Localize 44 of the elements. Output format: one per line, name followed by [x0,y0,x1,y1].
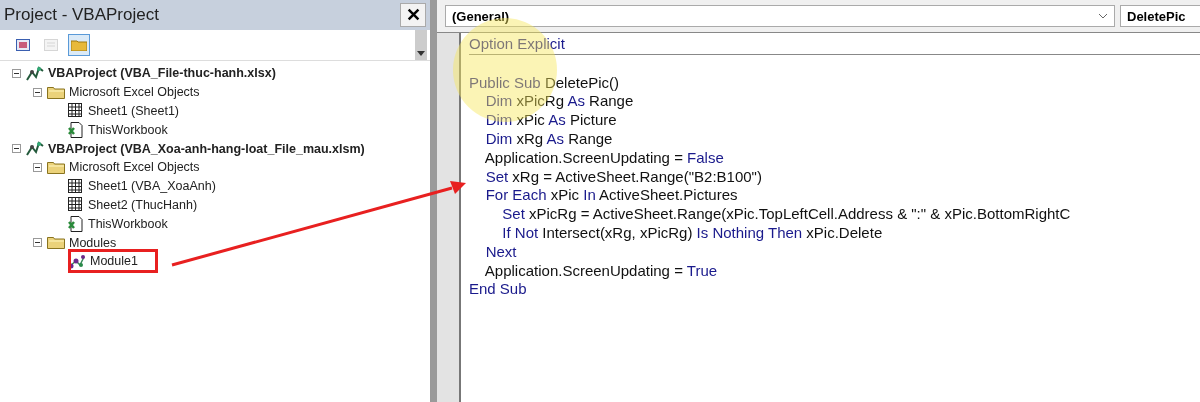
project-icon [26,141,44,157]
sheet-icon [68,197,84,213]
code-line: For Each xPic In ActiveSheet.Pictures [484,186,739,206]
chevron-icon [1098,13,1108,19]
code-line: Dim xRg As Range [484,130,614,149]
tree-item[interactable]: Sheet1 (Sheet1) [68,103,180,119]
tree-item[interactable]: Modules [47,235,117,250]
collapse-icon[interactable] [33,238,42,248]
code-line: Set xRg = ActiveSheet.Range("B2:B100") [484,167,763,187]
tree-item[interactable]: ThisWorkbook [68,215,168,232]
project-icon [26,65,44,81]
code-line: Set xPicRg = ActiveSheet.Range(xPic.TopLeftCell.Address & ":" & xPic.BottomRightC [501,205,1072,224]
workbook-icon [68,121,84,138]
code-line: Public Sub DeletePic() [469,73,621,93]
code-line: Application.ScreenUpdating = True [483,261,719,281]
tree-item[interactable]: VBAProject (VBA_File-thuc-hanh.xlsx) [26,65,276,81]
tree-item[interactable]: VBAProject (VBA_Xoa-anh-hang-loat_File_mau.xlsm) [26,141,365,157]
code-editor[interactable] [461,33,1200,402]
tree-item[interactable]: ThisWorkbook [68,121,168,138]
sheet-icon [68,103,84,119]
sheet-icon [68,178,84,194]
folder-icon [47,85,65,99]
code-line: Next [484,242,518,262]
collapse-icon[interactable] [33,162,42,172]
pane-title: Project - VBAProject [4,5,159,25]
code-line: Dim xPic As Picture [484,111,618,130]
code-line: If Not Intersect(xRg, xPicRg) Is Nothing Then xPic.Delete [501,223,884,243]
collapse-icon[interactable] [12,144,21,154]
code-line: Application.ScreenUpdating = False [483,148,725,168]
folder-icon [47,160,65,174]
procedure-dropdown[interactable]: DeletePic [1120,5,1200,27]
close-button[interactable]: ✕ [400,3,426,27]
object-dropdown[interactable]: (General) [445,5,1115,27]
workbook-icon [68,215,84,232]
tree-item[interactable]: Module1 [68,253,138,269]
tree-item[interactable]: Sheet2 (ThucHanh) [68,197,198,213]
folder-icon [47,236,65,250]
tree-item[interactable]: Microsoft Excel Objects [47,85,200,100]
module-icon [68,253,86,269]
collapse-icon[interactable] [33,87,42,97]
code-line: End Sub [469,280,528,300]
collapse-icon[interactable] [12,68,21,78]
tree-item[interactable]: Sheet1 (VBA_XoaAnh) [68,178,216,194]
tree-item[interactable]: Microsoft Excel Objects [47,160,200,175]
